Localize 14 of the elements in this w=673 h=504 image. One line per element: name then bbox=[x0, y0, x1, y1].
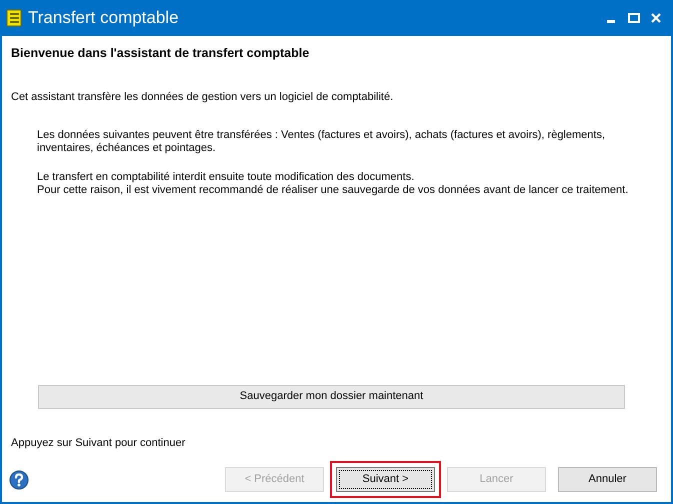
wizard-button[interactable]: Annuler bbox=[558, 467, 657, 492]
help-icon[interactable] bbox=[9, 470, 29, 490]
hint-text: Appuyez sur Suivant pour continuer bbox=[10, 436, 186, 450]
wizard-button[interactable]: Suivant > bbox=[336, 467, 435, 492]
paragraph-text: Pour cette raison, il est vivement recommandé de réaliser une sauvegarde de vos données avant de lancer ce traitement. bbox=[37, 184, 630, 198]
maximize-icon[interactable] bbox=[627, 11, 641, 25]
backup-button[interactable]: Sauvegarder mon dossier maintenant bbox=[38, 384, 625, 408]
paragraph-text: Les données suivantes peuvent être transférées : Ventes (factures et avoirs), achats (factures et avoirs), règlements, inventaires, échéances et pointages. bbox=[37, 129, 606, 156]
app-icon bbox=[6, 9, 22, 27]
heading: Bienvenue dans l'assistant de transfert comptable bbox=[10, 45, 310, 62]
close-icon[interactable] bbox=[649, 11, 663, 25]
window-title: Transfert comptable bbox=[28, 7, 179, 30]
intro-text: Cet assistant transfère les données de gestion vers un logiciel de comptabilité. bbox=[10, 90, 394, 105]
paragraph-text: Le transfert en comptabilité interdit ensuite toute modification des documents. bbox=[37, 171, 416, 184]
